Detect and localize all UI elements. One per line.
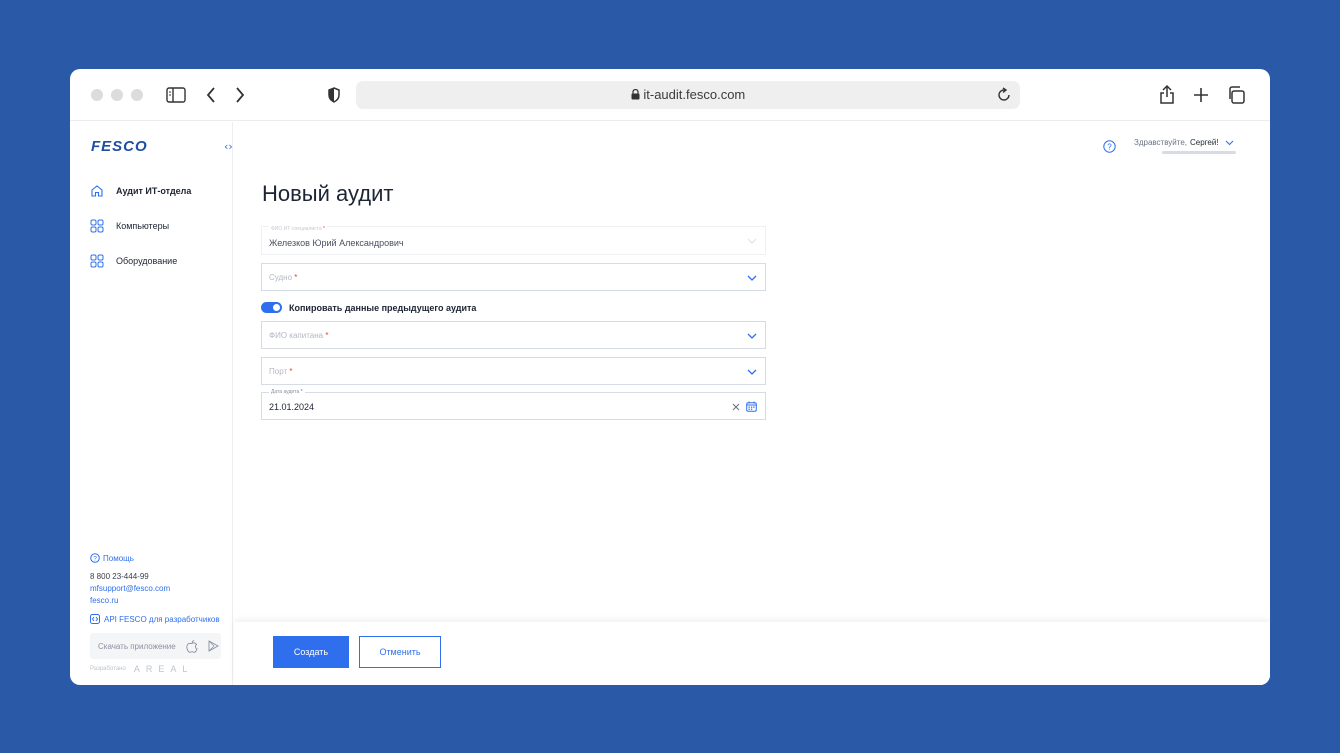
captain-select[interactable]: ФИО капитана * (261, 321, 766, 349)
calendar-icon[interactable] (746, 401, 757, 412)
audit-date-value: 21.01.2024 (269, 402, 315, 412)
google-play-icon[interactable] (208, 640, 219, 652)
address-bar[interactable]: it-audit.fesco.com (356, 81, 1020, 109)
url-text: it-audit.fesco.com (643, 87, 746, 102)
vessel-placeholder: Судно (269, 273, 293, 282)
cancel-button[interactable]: Отменить (359, 636, 441, 668)
window-close-button[interactable] (91, 89, 103, 101)
collapse-sidebar-icon[interactable]: ‹› (224, 140, 233, 153)
user-email-blurred (1162, 151, 1236, 154)
chevron-down-icon (747, 238, 757, 244)
back-icon[interactable] (206, 87, 216, 103)
sidebar-item-label: Оборудование (116, 256, 178, 266)
chevron-down-icon (747, 369, 757, 375)
chevron-down-icon (1225, 140, 1233, 145)
sidebar-item-label: Компьютеры (116, 221, 170, 231)
site-link[interactable]: fesco.ru (90, 596, 118, 605)
port-select[interactable]: Порт * (261, 357, 766, 385)
specialist-value: Железков Юрий Александрович (269, 238, 404, 248)
specialist-label: ФИО ИТ-специалиста (271, 226, 322, 232)
browser-window: it-audit.fesco.com FESCO ‹› Аудит ИТ-отд… (70, 69, 1270, 685)
vessel-select[interactable]: Судно * (261, 263, 766, 291)
sidebar-item-audit[interactable]: Аудит ИТ-отдела (90, 184, 191, 198)
audit-date-label: Дата аудита (271, 389, 300, 395)
tabs-overview-icon[interactable] (1227, 86, 1245, 104)
reload-icon[interactable] (996, 87, 1012, 103)
support-phone: 8 800 23-444-99 (90, 572, 149, 581)
grid-icon (90, 219, 104, 233)
chevron-down-icon (747, 333, 757, 339)
user-menu[interactable]: Здравствуйте, Сергей! (1134, 138, 1236, 154)
window-minimize-button[interactable] (111, 89, 123, 101)
grid-icon (90, 254, 104, 268)
copy-data-toggle-row: Копировать данные предыдущего аудита (261, 302, 476, 313)
audit-date-field[interactable]: Дата аудита * 21.01.2024 (261, 389, 766, 420)
form-footer: Создать Отменить (234, 622, 1270, 685)
chevron-down-icon (747, 275, 757, 281)
sidebar-item-equipment[interactable]: Оборудование (90, 254, 177, 268)
sidebar: FESCO ‹› Аудит ИТ-отдела Компьютеры Обор… (70, 122, 233, 685)
svg-text:FESCO: FESCO (91, 139, 148, 153)
developer-credit: Разработано AREAL (90, 664, 194, 674)
window-zoom-button[interactable] (131, 89, 143, 101)
main-content: ? Здравствуйте, Сергей! Новый аудит ФИО … (234, 122, 1270, 622)
help-link[interactable]: ? Помощь (90, 553, 134, 563)
download-app-label: Скачать приложение (98, 641, 176, 651)
svg-text:?: ? (93, 555, 97, 562)
sidebar-item-computers[interactable]: Компьютеры (90, 219, 169, 233)
page-title: Новый аудит (262, 181, 394, 206)
specialist-field: ФИО ИТ-специалиста * Железков Юрий Алекс… (261, 226, 766, 255)
help-icon: ? (90, 553, 100, 563)
api-link[interactable]: API FESCO для разработчиков (90, 614, 220, 624)
user-name: Сергей! (1190, 138, 1219, 147)
browser-toolbar: it-audit.fesco.com (70, 69, 1270, 121)
port-placeholder: Порт (269, 367, 288, 376)
sidebar-item-label: Аудит ИТ-отдела (116, 186, 192, 196)
shield-icon[interactable] (328, 87, 340, 103)
new-tab-icon[interactable] (1193, 87, 1209, 103)
forward-icon[interactable] (235, 87, 245, 103)
code-icon (90, 614, 100, 624)
copy-data-label: Копировать данные предыдущего аудита (289, 302, 477, 313)
fesco-logo[interactable]: FESCO (91, 138, 173, 158)
clear-icon[interactable] (732, 403, 740, 411)
download-app-box: Скачать приложение (90, 633, 221, 659)
captain-placeholder: ФИО капитана (269, 331, 324, 340)
user-area: ? Здравствуйте, Сергей! (1103, 138, 1236, 154)
support-email-link[interactable]: mfsupport@fesco.com (90, 584, 170, 593)
share-icon[interactable] (1159, 84, 1175, 104)
lock-icon (631, 87, 644, 102)
sidebar-toggle-icon[interactable] (166, 87, 186, 103)
copy-data-toggle[interactable] (261, 302, 282, 313)
apple-icon[interactable] (186, 639, 198, 653)
home-icon (91, 185, 103, 197)
areal-logo[interactable]: AREAL (134, 664, 194, 674)
greeting-text: Здравствуйте, (1134, 138, 1188, 147)
svg-text:?: ? (1107, 142, 1112, 151)
create-button[interactable]: Создать (273, 636, 349, 668)
help-icon[interactable]: ? (1103, 140, 1116, 153)
